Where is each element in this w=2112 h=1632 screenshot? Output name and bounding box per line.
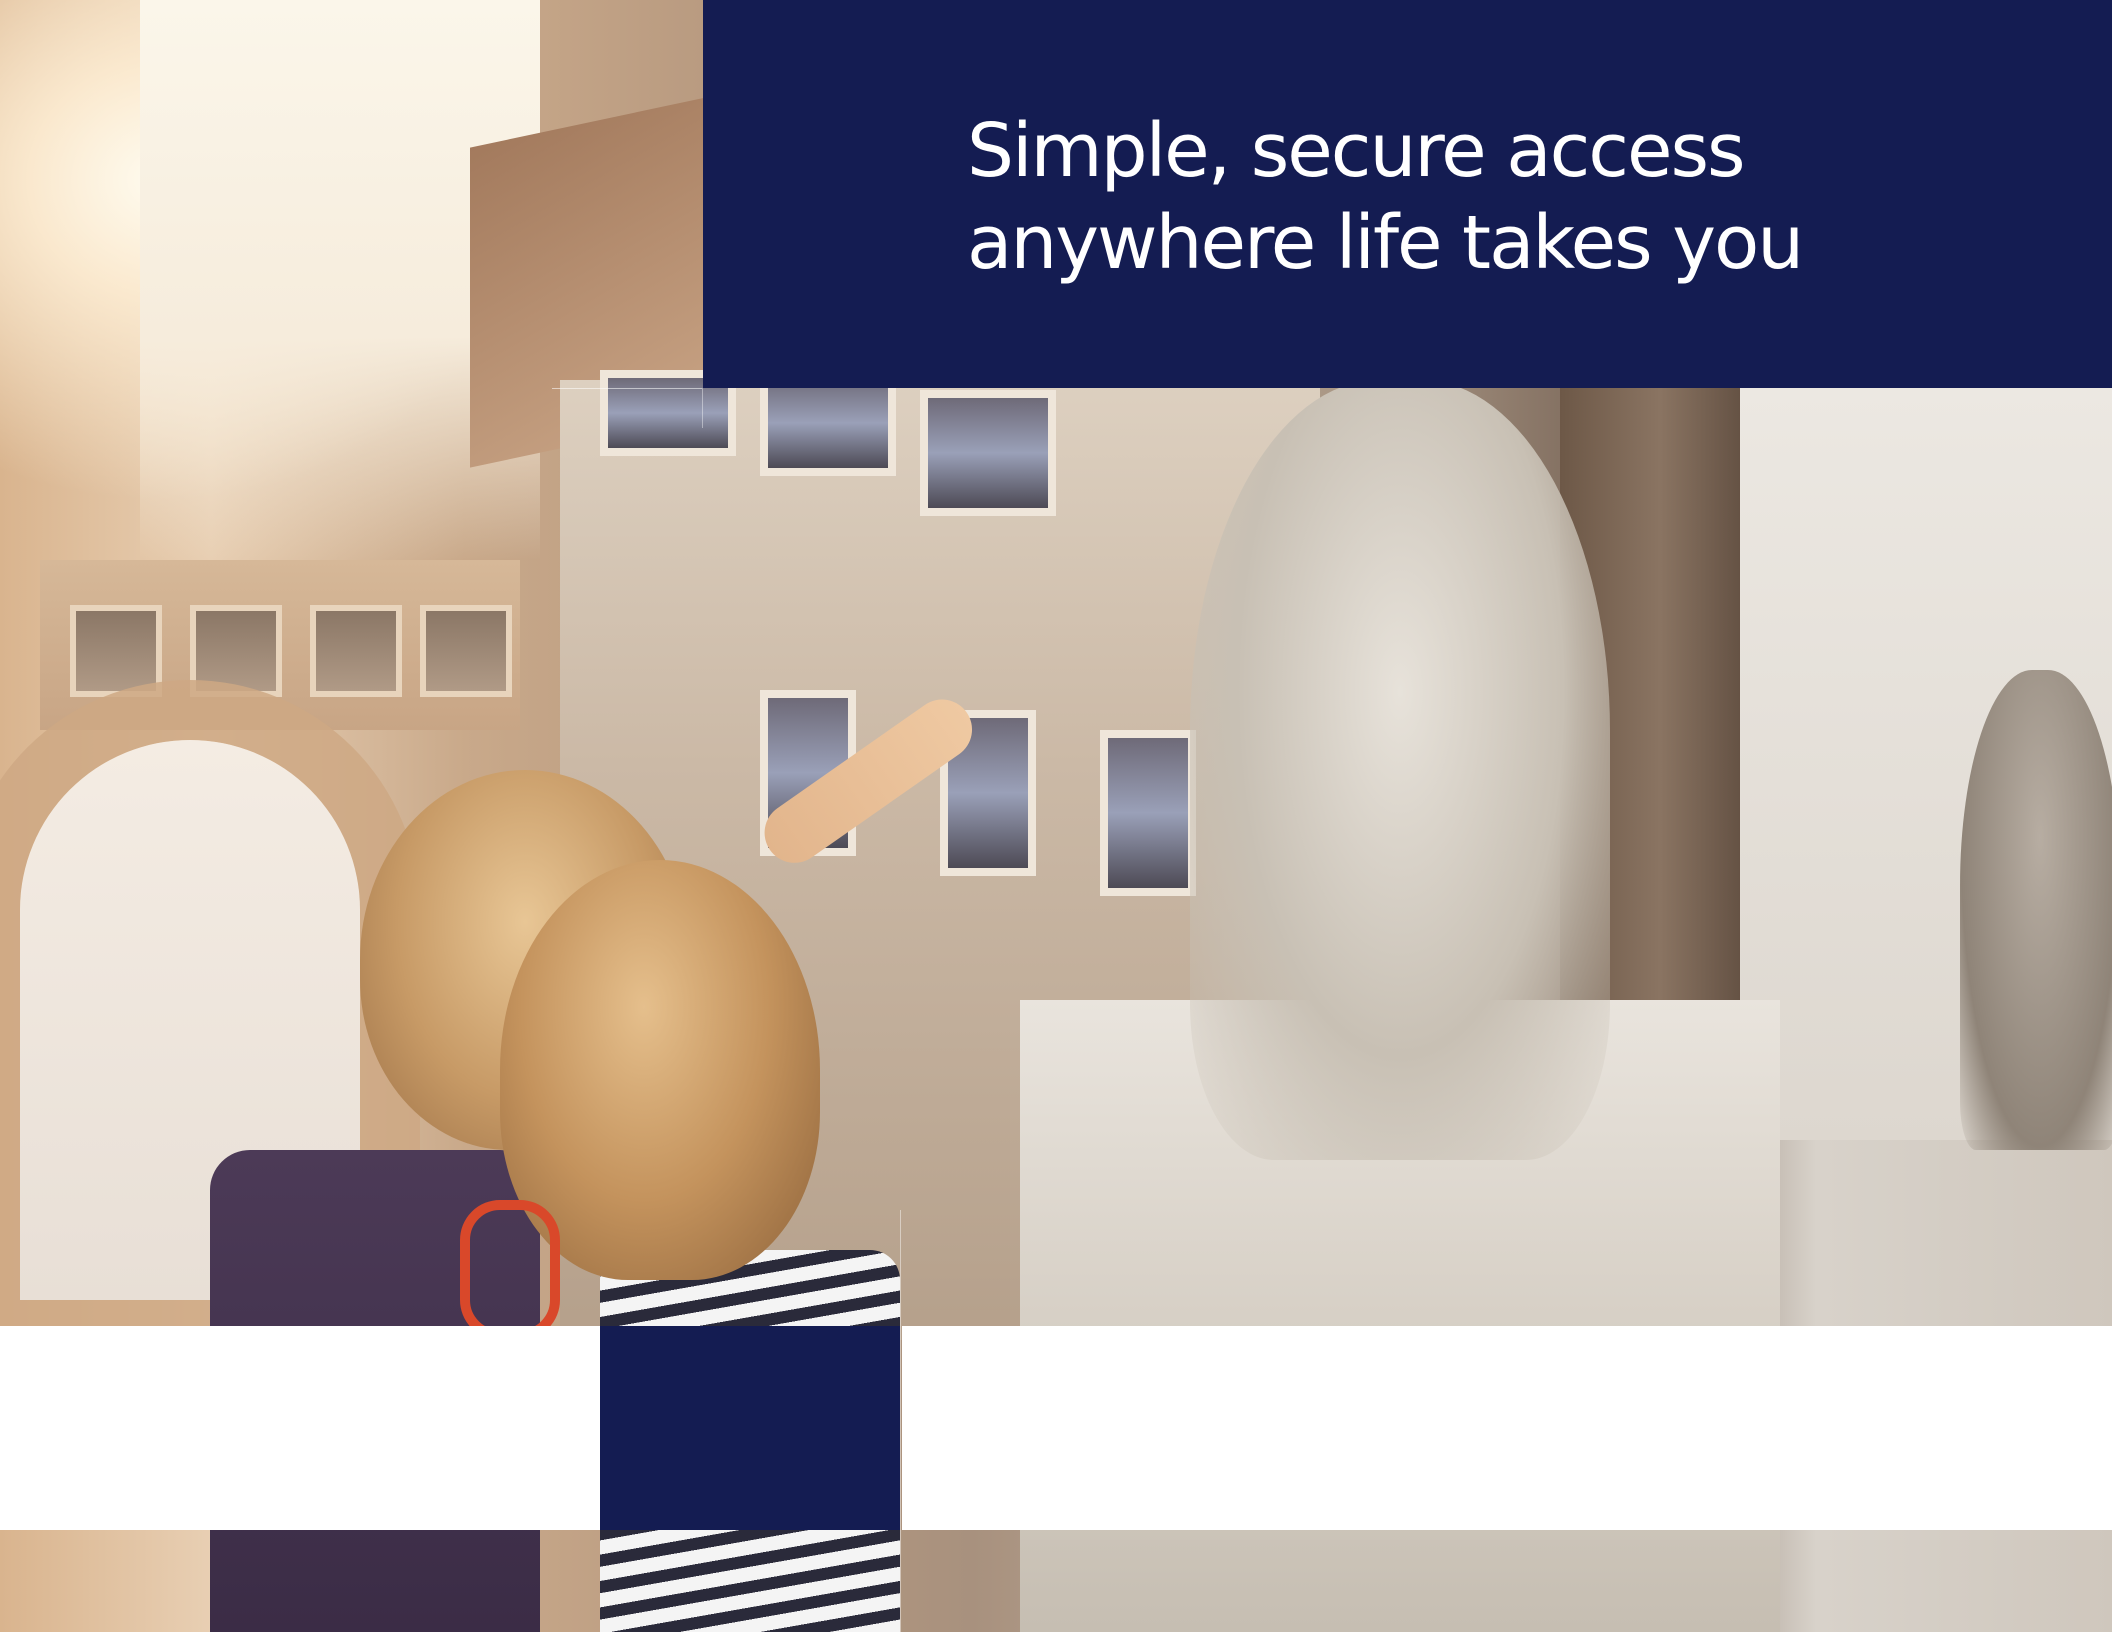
- photo-covered-walkway: [40, 560, 520, 730]
- guide-line: [702, 388, 703, 428]
- photo-window: [420, 605, 512, 697]
- page-title: Simple, secure access anywhere life take…: [967, 105, 1804, 289]
- navy-accent-block: [600, 1326, 900, 1530]
- photo-window: [310, 605, 402, 697]
- photo-marble-statue: [1190, 380, 1610, 1160]
- headline-line: anywhere life takes you: [967, 200, 1804, 286]
- guide-line: [552, 388, 702, 389]
- white-band-left: [0, 1326, 600, 1530]
- photo-window: [1100, 730, 1196, 896]
- white-band-right: [902, 1326, 2112, 1530]
- headline-line: Simple, secure access: [967, 108, 1746, 194]
- photo-window: [70, 605, 162, 697]
- photo-window: [190, 605, 282, 697]
- photo-red-strap: [460, 1200, 560, 1340]
- headline-panel: Simple, secure access anywhere life take…: [703, 0, 2112, 388]
- photo-window: [920, 390, 1056, 516]
- photo-niche-statue: [1960, 670, 2112, 1150]
- guide-line: [900, 1210, 901, 1632]
